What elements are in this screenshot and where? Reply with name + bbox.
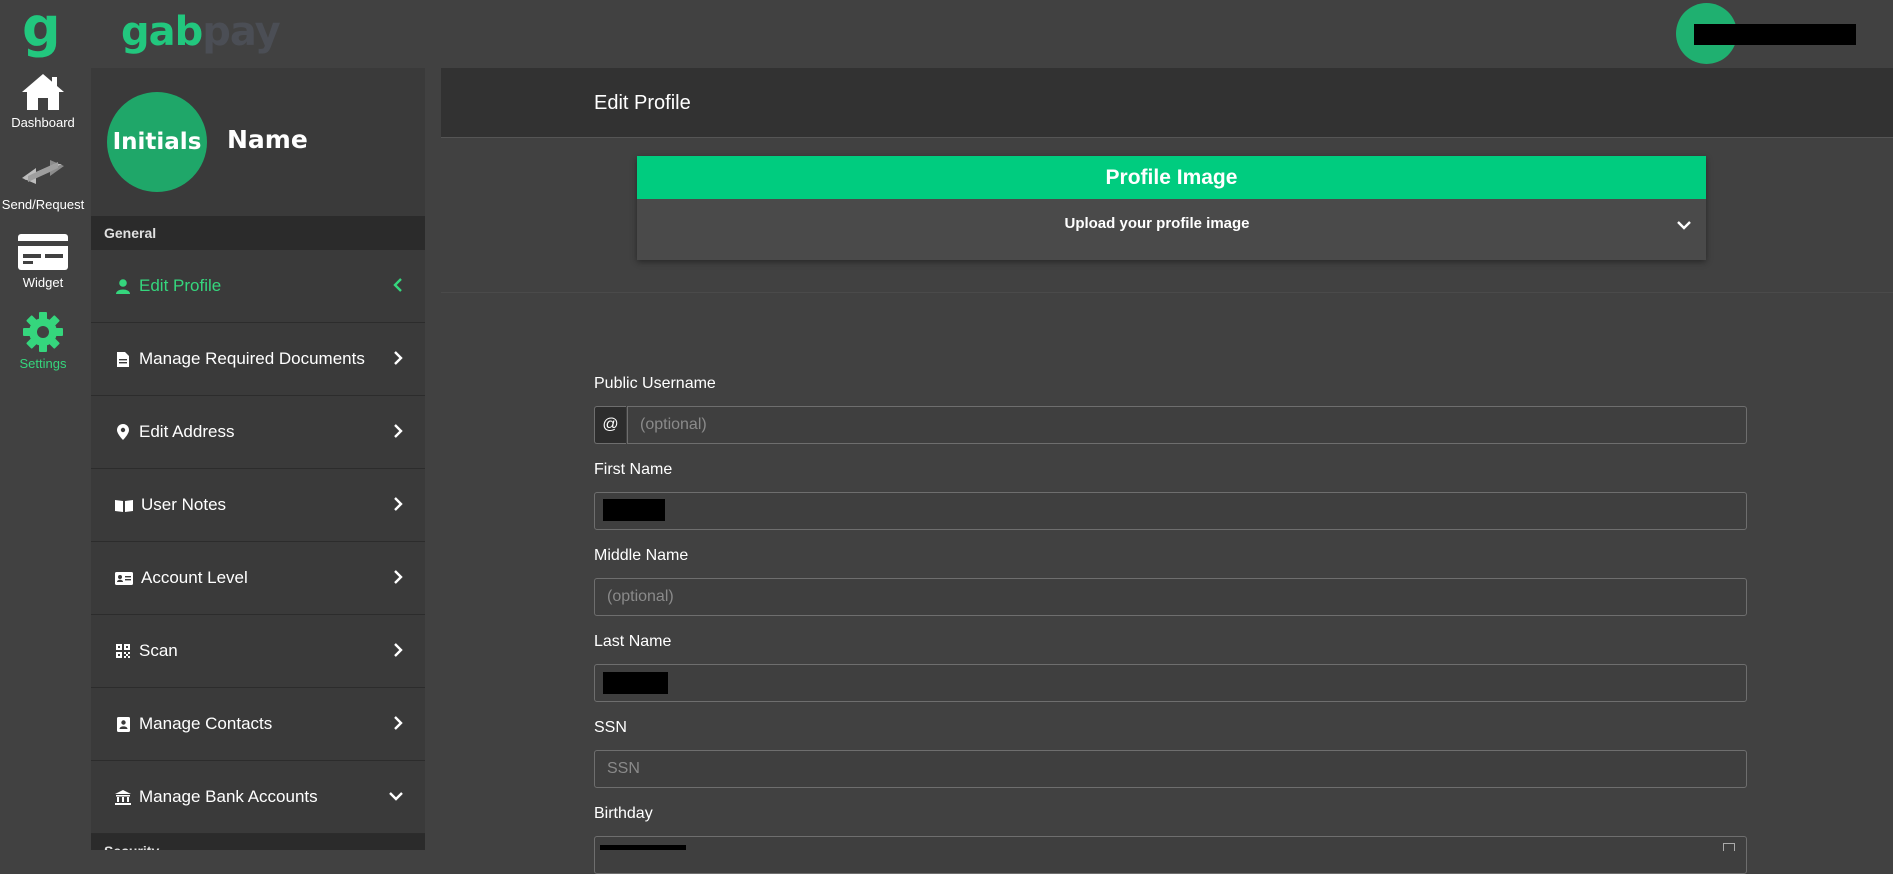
username-at-prefix: @ bbox=[594, 406, 626, 444]
settings-sidebar: Initials Name General Edit Profile Manag… bbox=[91, 68, 425, 850]
id-card-icon bbox=[115, 570, 133, 586]
last-name-label: Last Name bbox=[594, 633, 672, 650]
profile-name: Name bbox=[227, 125, 308, 154]
sidebar-item-manage-bank-accounts[interactable]: Manage Bank Accounts bbox=[91, 761, 425, 834]
chevron-right-icon bbox=[394, 716, 403, 730]
chevron-right-icon bbox=[394, 643, 403, 657]
rail-item-label: Send/Request bbox=[1, 197, 85, 212]
chevron-left-icon bbox=[393, 278, 402, 292]
public-username-input[interactable] bbox=[627, 406, 1747, 444]
rail-item-settings[interactable]: Settings bbox=[0, 311, 86, 371]
main-content: Edit Profile Profile Image Upload your p… bbox=[441, 68, 1893, 874]
chevron-down-icon[interactable] bbox=[1677, 220, 1691, 230]
sidebar-item-scan[interactable]: Scan bbox=[91, 615, 425, 688]
chevron-right-icon bbox=[394, 570, 403, 584]
first-name-label: First Name bbox=[594, 461, 673, 478]
card-icon bbox=[18, 234, 68, 270]
public-username-label: Public Username bbox=[594, 375, 716, 392]
transfer-icon bbox=[22, 160, 64, 184]
brand-logo-gab: gab bbox=[121, 9, 203, 55]
birthday-redacted bbox=[600, 845, 686, 850]
chevron-right-icon bbox=[394, 424, 403, 438]
ssn-label: SSN bbox=[594, 719, 627, 736]
rail-item-dashboard[interactable]: Dashboard bbox=[0, 72, 86, 130]
icon-rail: Dashboard Send/Request Widget Settings bbox=[0, 68, 91, 850]
sidebar-item-manage-contacts[interactable]: Manage Contacts bbox=[91, 688, 425, 761]
gear-icon bbox=[23, 312, 63, 352]
bank-icon bbox=[115, 789, 131, 805]
contact-book-icon bbox=[115, 716, 131, 732]
brand-logo[interactable]: gabpay bbox=[121, 9, 281, 55]
section-header-security: Security bbox=[91, 834, 425, 850]
brand-logo-pay: pay bbox=[202, 9, 280, 55]
sidebar-item-label: User Notes bbox=[141, 495, 227, 514]
rail-item-label: Widget bbox=[22, 275, 64, 290]
birthday-input[interactable] bbox=[594, 836, 1747, 874]
ssn-input[interactable] bbox=[594, 750, 1747, 788]
sidebar-item-account-level[interactable]: Account Level bbox=[91, 542, 425, 615]
user-icon bbox=[115, 278, 131, 294]
profile-initials-avatar[interactable]: Initials bbox=[107, 92, 207, 192]
sidebar-item-edit-address[interactable]: Edit Address bbox=[91, 396, 425, 469]
last-name-input[interactable] bbox=[594, 664, 1747, 702]
middle-name-label: Middle Name bbox=[594, 547, 689, 564]
sidebar-item-label: Manage Required Documents bbox=[139, 349, 365, 368]
brand-mark[interactable]: g bbox=[22, 0, 61, 56]
sidebar-item-label: Edit Profile bbox=[139, 276, 222, 295]
sidebar-item-label: Manage Bank Accounts bbox=[139, 787, 318, 806]
profile-header: Initials Name bbox=[91, 68, 425, 216]
rail-item-label: Dashboard bbox=[11, 115, 75, 130]
sidebar-item-label: Edit Address bbox=[139, 422, 235, 441]
profile-image-title: Profile Image bbox=[637, 156, 1706, 199]
user-name-redacted[interactable] bbox=[1694, 24, 1856, 45]
sidebar-item-edit-profile[interactable]: Edit Profile bbox=[91, 250, 425, 323]
rail-item-send-request[interactable]: Send/Request bbox=[0, 150, 86, 212]
rail-item-widget[interactable]: Widget bbox=[0, 232, 86, 290]
map-pin-icon bbox=[115, 424, 131, 440]
birthday-label: Birthday bbox=[594, 805, 653, 822]
divider bbox=[441, 292, 1893, 293]
rail-item-label: Settings bbox=[19, 356, 67, 371]
document-icon bbox=[115, 351, 131, 367]
book-icon bbox=[115, 497, 133, 513]
qr-code-icon bbox=[115, 643, 131, 659]
sidebar-item-manage-required-documents[interactable]: Manage Required Documents bbox=[91, 323, 425, 396]
first-name-input[interactable] bbox=[594, 492, 1747, 530]
last-name-redacted bbox=[603, 672, 668, 694]
first-name-redacted bbox=[603, 499, 665, 521]
page-title: Edit Profile bbox=[594, 92, 691, 114]
sidebar-item-user-notes[interactable]: User Notes bbox=[91, 469, 425, 542]
section-header-general: General bbox=[91, 216, 425, 250]
profile-image-card[interactable]: Profile Image Upload your profile image bbox=[637, 156, 1706, 260]
sidebar-item-label: Scan bbox=[139, 641, 178, 660]
chevron-right-icon bbox=[394, 351, 403, 365]
top-bar: g gabpay bbox=[0, 0, 1893, 68]
sidebar-item-label: Account Level bbox=[141, 568, 248, 587]
page-header: Edit Profile bbox=[441, 68, 1893, 138]
home-icon bbox=[22, 74, 64, 110]
sidebar-item-label: Manage Contacts bbox=[139, 714, 273, 733]
chevron-down-icon bbox=[389, 792, 403, 801]
profile-image-subtitle: Upload your profile image bbox=[1064, 215, 1250, 232]
middle-name-input[interactable] bbox=[594, 578, 1747, 616]
chevron-right-icon bbox=[394, 497, 403, 511]
